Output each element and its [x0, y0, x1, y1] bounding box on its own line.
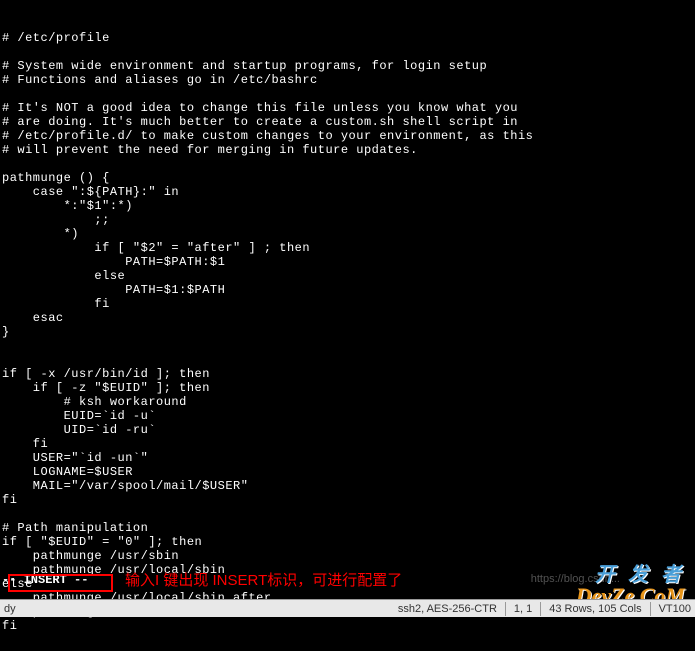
- code-line[interactable]: if [ -z "$EUID" ]; then: [2, 382, 693, 396]
- code-line[interactable]: # Functions and aliases go in /etc/bashr…: [2, 74, 693, 88]
- code-line[interactable]: fi: [2, 620, 693, 634]
- code-line[interactable]: fi: [2, 298, 693, 312]
- code-line[interactable]: esac: [2, 312, 693, 326]
- code-line[interactable]: pathmunge () {: [2, 172, 693, 186]
- code-line[interactable]: fi: [2, 494, 693, 508]
- code-line[interactable]: # System wide environment and startup pr…: [2, 60, 693, 74]
- code-line[interactable]: [2, 46, 693, 60]
- code-line[interactable]: PATH=$1:$PATH: [2, 284, 693, 298]
- code-line[interactable]: fi: [2, 438, 693, 452]
- code-line[interactable]: PATH=$PATH:$1: [2, 256, 693, 270]
- code-line[interactable]: # ksh workaround: [2, 396, 693, 410]
- code-line[interactable]: case ":${PATH}:" in: [2, 186, 693, 200]
- code-line[interactable]: *:"$1":*): [2, 200, 693, 214]
- editor-content[interactable]: # /etc/profile # System wide environment …: [0, 0, 695, 651]
- code-line[interactable]: if [ "$2" = "after" ] ; then: [2, 242, 693, 256]
- code-line[interactable]: if [ "$EUID" = "0" ]; then: [2, 536, 693, 550]
- code-line[interactable]: pathmunge /usr/sbin: [2, 550, 693, 564]
- code-line[interactable]: *): [2, 228, 693, 242]
- code-line[interactable]: UID=`id -ru`: [2, 424, 693, 438]
- code-line[interactable]: [2, 158, 693, 172]
- code-line[interactable]: # will prevent the need for merging in f…: [2, 144, 693, 158]
- code-line[interactable]: # It's NOT a good idea to change this fi…: [2, 102, 693, 116]
- annotation-text: 输入I 键出现 INSERT标识，可进行配置了: [125, 569, 402, 590]
- code-line[interactable]: LOGNAME=$USER: [2, 466, 693, 480]
- code-line[interactable]: # /etc/profile.d/ to make custom changes…: [2, 130, 693, 144]
- code-line[interactable]: }: [2, 326, 693, 340]
- status-rows-cols: 43 Rows, 105 Cols: [549, 603, 641, 615]
- code-line[interactable]: [2, 508, 693, 522]
- status-position: 1, 1: [514, 603, 532, 615]
- code-line[interactable]: else: [2, 270, 693, 284]
- status-vt: VT100: [659, 603, 691, 615]
- code-line[interactable]: # are doing. It's much better to create …: [2, 116, 693, 130]
- code-line[interactable]: [2, 340, 693, 354]
- code-line[interactable]: EUID=`id -u`: [2, 410, 693, 424]
- status-bar: dy ssh2, AES-256-CTR 1, 1 43 Rows, 105 C…: [0, 599, 695, 617]
- status-protocol: ssh2, AES-256-CTR: [398, 603, 497, 615]
- code-line[interactable]: # Path manipulation: [2, 522, 693, 536]
- code-line[interactable]: USER="`id -un`": [2, 452, 693, 466]
- code-line[interactable]: # /etc/profile: [2, 32, 693, 46]
- vim-mode-indicator: -- INSERT --: [2, 573, 88, 587]
- code-line[interactable]: MAIL="/var/spool/mail/$USER": [2, 480, 693, 494]
- code-line[interactable]: if [ -x /usr/bin/id ]; then: [2, 368, 693, 382]
- status-left: dy: [4, 603, 16, 615]
- code-line[interactable]: [2, 354, 693, 368]
- code-line[interactable]: [2, 88, 693, 102]
- watermark-line1: 开 发 者: [576, 565, 685, 585]
- code-line[interactable]: ;;: [2, 214, 693, 228]
